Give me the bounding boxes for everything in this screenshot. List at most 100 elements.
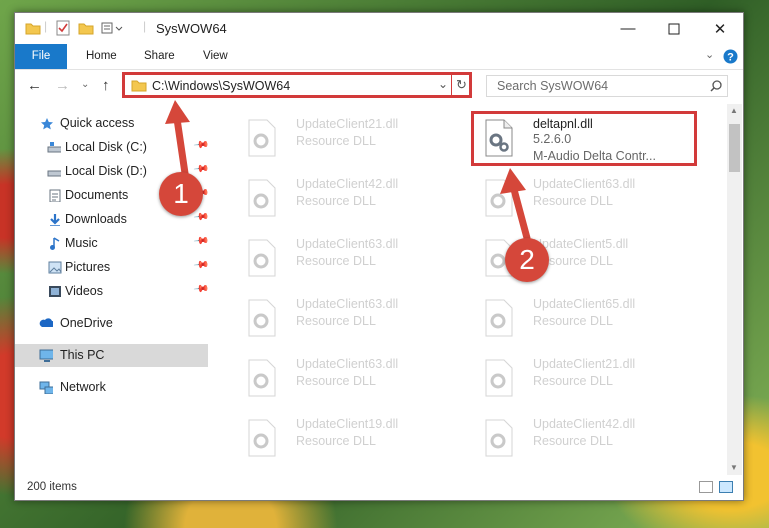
file-item[interactable]: UpdateClient42.dll Resource DLL [235, 173, 465, 225]
file-type: Resource DLL [533, 434, 613, 448]
file-type: Resource DLL [533, 314, 613, 328]
file-name: UpdateClient63.dll [296, 297, 399, 311]
file-item[interactable]: UpdateClient63.dll Resource DLL [472, 173, 702, 225]
file-item[interactable]: UpdateClient42.dll Resource DLL [472, 413, 702, 465]
nav-item-label: Downloads [65, 212, 127, 226]
tab-share[interactable]: Share [144, 44, 175, 69]
drive-icon [47, 142, 61, 153]
file-item[interactable]: UpdateClient21.dll Resource DLL [235, 113, 465, 165]
nav-network[interactable]: Network [15, 376, 208, 399]
expand-ribbon-icon[interactable]: ⌄ [705, 48, 714, 61]
nav-quick-access[interactable]: Quick access [15, 112, 208, 135]
up-button[interactable]: ↑ [102, 77, 110, 94]
file-name: UpdateClient5.dll [533, 237, 629, 251]
file-item[interactable]: UpdateClient19.dll Resource DLL [235, 413, 465, 465]
minimize-icon: — [620, 20, 636, 37]
recent-locations-button[interactable]: ⌄ [81, 79, 89, 90]
window-title: SysWOW64 [156, 21, 227, 36]
title-bar: | | SysWOW64 — ✕ [15, 13, 743, 44]
nav-item-label: Local Disk (D:) [65, 164, 147, 178]
dll-file-icon [248, 119, 276, 157]
dll-file-icon [248, 239, 276, 277]
tab-file[interactable]: File [15, 44, 67, 69]
file-explorer-window: | | SysWOW64 — ✕ File Home Share View ⌄ … [14, 12, 744, 501]
dll-file-icon [485, 419, 513, 457]
scroll-up-icon[interactable]: ▲ [730, 106, 738, 115]
nav-item-label: Videos [65, 284, 103, 298]
file-item[interactable]: UpdateClient65.dll Resource DLL [472, 293, 702, 345]
downloads-icon [50, 214, 60, 226]
search-icon [710, 80, 722, 92]
ribbon-tabs: File Home Share View ⌄ ? [15, 44, 743, 70]
properties-icon[interactable] [55, 20, 71, 36]
status-bar: 200 items [15, 475, 743, 500]
tiles-view-button[interactable] [719, 481, 733, 493]
forward-button[interactable]: → [55, 77, 70, 94]
file-item[interactable]: UpdateClient63.dll Resource DLL [235, 293, 465, 345]
refresh-icon[interactable]: ↻ [456, 77, 467, 93]
nav-this-pc[interactable]: This PC [15, 344, 208, 367]
pin-icon: 📌 [192, 281, 210, 298]
file-type: Resource DLL [533, 374, 613, 388]
file-name: UpdateClient42.dll [296, 177, 399, 191]
network-icon [39, 381, 53, 394]
pin-icon: 📌 [192, 233, 210, 250]
tab-view[interactable]: View [203, 44, 228, 69]
navigation-pane: Quick access Local Disk (C:) 📌 Local Dis… [15, 105, 215, 475]
dll-file-icon [248, 419, 276, 457]
file-name: UpdateClient21.dll [296, 117, 399, 131]
minimize-button[interactable]: — [605, 13, 651, 44]
star-icon [41, 118, 53, 130]
tab-home[interactable]: Home [86, 44, 117, 69]
file-type: Resource DLL [296, 374, 376, 388]
folder-icon [25, 23, 41, 35]
file-item[interactable]: UpdateClient63.dll Resource DLL [235, 233, 465, 285]
nav-item-videos[interactable]: Videos 📌 [15, 280, 210, 303]
file-type: Resource DLL [296, 254, 376, 268]
close-button[interactable]: ✕ [697, 13, 743, 44]
nav-item-label: Music [65, 236, 98, 250]
nav-item-label: Local Disk (C:) [65, 140, 147, 154]
address-row: ← → ⌄ ↑ C:\Windows\SysWOW64 ⌄ ↻ Search S… [15, 70, 743, 102]
scrollbar-thumb[interactable] [729, 124, 740, 172]
file-name: UpdateClient65.dll [533, 297, 636, 311]
nav-quick-access-label: Quick access [60, 116, 135, 130]
nav-item-pictures[interactable]: Pictures 📌 [15, 256, 210, 279]
address-bar[interactable]: C:\Windows\SysWOW64 ⌄ ↻ [122, 72, 472, 98]
new-folder-icon[interactable] [78, 20, 94, 36]
search-input[interactable]: Search SysWOW64 [486, 75, 728, 97]
maximize-button[interactable] [651, 13, 697, 44]
file-type: Resource DLL [296, 134, 376, 148]
file-type: Resource DLL [296, 194, 376, 208]
computer-icon [39, 349, 53, 362]
nav-onedrive[interactable]: OneDrive [15, 312, 208, 335]
nav-network-label: Network [60, 380, 106, 394]
folder-icon [131, 80, 147, 92]
dll-file-icon [485, 299, 513, 337]
file-item[interactable]: UpdateClient21.dll Resource DLL [472, 353, 702, 405]
file-type: Resource DLL [533, 194, 613, 208]
nav-item-local-disk-c[interactable]: Local Disk (C:) 📌 [15, 136, 210, 159]
callout-badge-1: 1 [159, 172, 203, 216]
dll-file-icon [485, 179, 513, 217]
file-name: UpdateClient63.dll [533, 177, 636, 191]
svg-text:?: ? [727, 52, 734, 64]
back-button[interactable]: ← [27, 77, 42, 94]
vertical-scrollbar[interactable]: ▲ ▼ [727, 104, 742, 475]
dll-file-icon [248, 179, 276, 217]
maximize-icon [668, 23, 680, 34]
customize-toolbar-icon[interactable] [101, 20, 123, 36]
callout-badge-2: 2 [505, 238, 549, 282]
details-view-button[interactable] [699, 481, 713, 493]
scroll-down-icon[interactable]: ▼ [730, 463, 738, 472]
dll-file-icon [248, 299, 276, 337]
help-icon[interactable]: ? [723, 49, 738, 64]
address-dropdown-icon[interactable]: ⌄ [438, 77, 448, 91]
file-item[interactable]: UpdateClient63.dll Resource DLL [235, 353, 465, 405]
search-placeholder: Search SysWOW64 [497, 79, 609, 93]
pin-icon: 📌 [192, 161, 210, 178]
music-icon [50, 237, 60, 250]
dll-file-icon [248, 359, 276, 397]
nav-item-music[interactable]: Music 📌 [15, 232, 210, 255]
pictures-icon [48, 261, 62, 274]
